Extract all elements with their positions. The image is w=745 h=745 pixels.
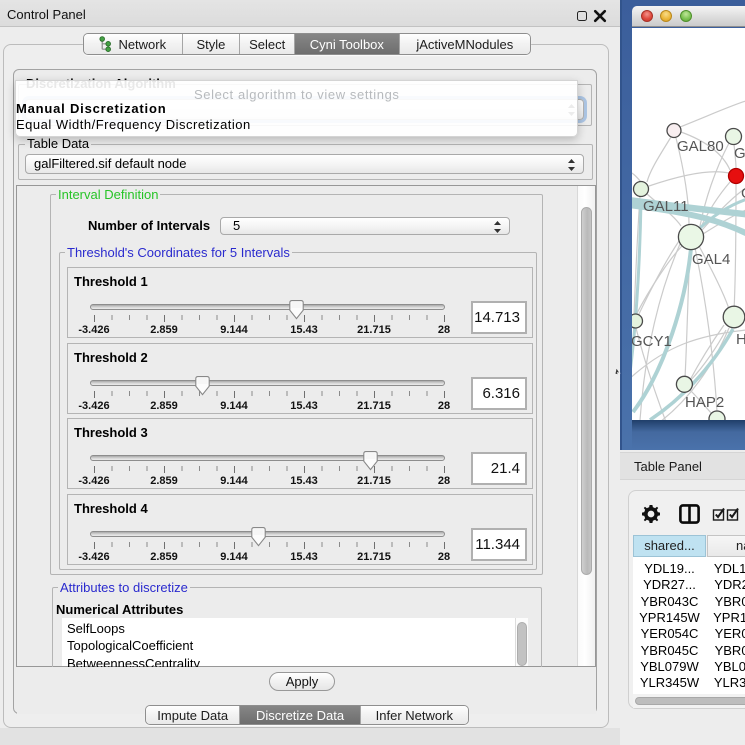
- svg-text:H: H: [736, 331, 745, 348]
- svg-text:GAL4: GAL4: [692, 251, 730, 268]
- svg-text:G: G: [741, 185, 745, 202]
- svg-text:HAP2: HAP2: [685, 394, 724, 411]
- svg-text:GAL11: GAL11: [643, 198, 689, 215]
- svg-text:GCY1: GCY1: [632, 333, 672, 350]
- svg-text:GA: GA: [734, 145, 745, 162]
- svg-text:GAL80: GAL80: [677, 138, 724, 155]
